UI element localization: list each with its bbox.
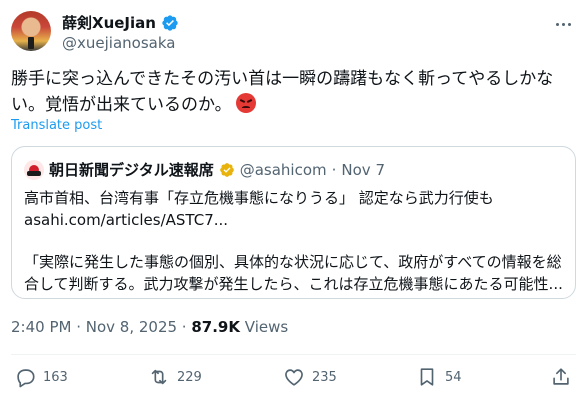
angry-face-icon <box>235 93 256 113</box>
share-button[interactable] <box>550 366 572 388</box>
quoted-line-3: 「実際に発生した事態の個別、具体的な状況に応じて、政府がすべての情報を総 <box>24 253 562 271</box>
reply-count: 163 <box>43 369 68 385</box>
divider <box>11 354 576 355</box>
quoted-line-1: 高市首相、台湾有事「存立危機事態になりうる」 認定なら武力行使も <box>24 189 494 207</box>
quoted-author-name: 朝日新聞デジタル速報席 <box>49 161 214 179</box>
tweet-text: 勝手に突っ込んできたその汚い首は一瞬の躊躇もなく斬ってやるしかな い。覚悟が出来… <box>11 66 576 118</box>
quoted-date: Nov 7 <box>341 160 385 179</box>
author-display-name[interactable]: 薛剣XueJian <box>62 12 156 33</box>
quoted-author-handle: @asahicom <box>239 160 327 179</box>
heart-icon <box>285 369 303 386</box>
quoted-tweet-body: 高市首相、台湾有事「存立危機事態になりうる」 認定なら武力行使も asahi.c… <box>24 188 569 295</box>
more-options-icon[interactable] <box>550 13 576 35</box>
bookmark-button[interactable]: 54 <box>416 366 462 388</box>
tweet-header: 薛剣XueJian @xuejianosaka <box>11 11 576 55</box>
action-bar: 163 229 235 54 <box>11 366 576 392</box>
quoted-line-4: 合して判断する。武力攻撃が発生したら、これは存立危機事態にあたる可能性... <box>24 274 563 293</box>
author-avatar[interactable] <box>11 11 51 51</box>
retweet-button[interactable]: 229 <box>148 366 202 388</box>
views-count: 87.9K <box>191 318 240 336</box>
reply-icon <box>17 369 35 388</box>
quoted-author-avatar <box>24 159 44 180</box>
translate-post-link[interactable]: Translate post <box>11 118 102 133</box>
quoted-link: asahi.com/articles/ASTC7... <box>24 210 229 229</box>
reply-button[interactable]: 163 <box>14 366 68 388</box>
tweet-text-line-1: 勝手に突っ込んできたその汚い首は一瞬の躊躇もなく斬ってやるしかな <box>11 69 554 89</box>
verified-badge-icon <box>162 14 178 31</box>
like-button[interactable]: 235 <box>283 366 337 388</box>
tweet-timestamp[interactable]: 2:40 PM · Nov 8, 2025 · <box>11 318 191 336</box>
quoted-tweet-card[interactable]: 朝日新聞デジタル速報席 @asahicom · Nov 7 高市首相、台湾有事「… <box>11 146 576 299</box>
views-label: Views <box>240 318 289 336</box>
quoted-tweet-header: 朝日新聞デジタル速報席 @asahicom · Nov 7 <box>24 159 385 180</box>
retweet-count: 229 <box>177 369 202 385</box>
author-name-row: 薛剣XueJian <box>62 12 179 33</box>
author-handle[interactable]: @xuejianosaka <box>62 34 175 52</box>
retweet-icon <box>151 369 167 385</box>
tweet-text-line-2-content: い。覚悟が出来ているのか。 <box>11 95 232 115</box>
bookmark-icon <box>420 368 434 386</box>
tweet-text-line-2: い。覚悟が出来ているのか。 <box>11 92 576 118</box>
quoted-blank-line <box>24 231 569 252</box>
gold-verified-badge-icon <box>219 162 234 177</box>
tweet-metadata: 2:40 PM · Nov 8, 2025 · 87.9K Views <box>11 318 288 336</box>
quoted-separator: · <box>331 160 337 179</box>
like-count: 235 <box>312 369 337 385</box>
bookmark-count: 54 <box>445 369 462 385</box>
share-icon <box>553 368 569 385</box>
